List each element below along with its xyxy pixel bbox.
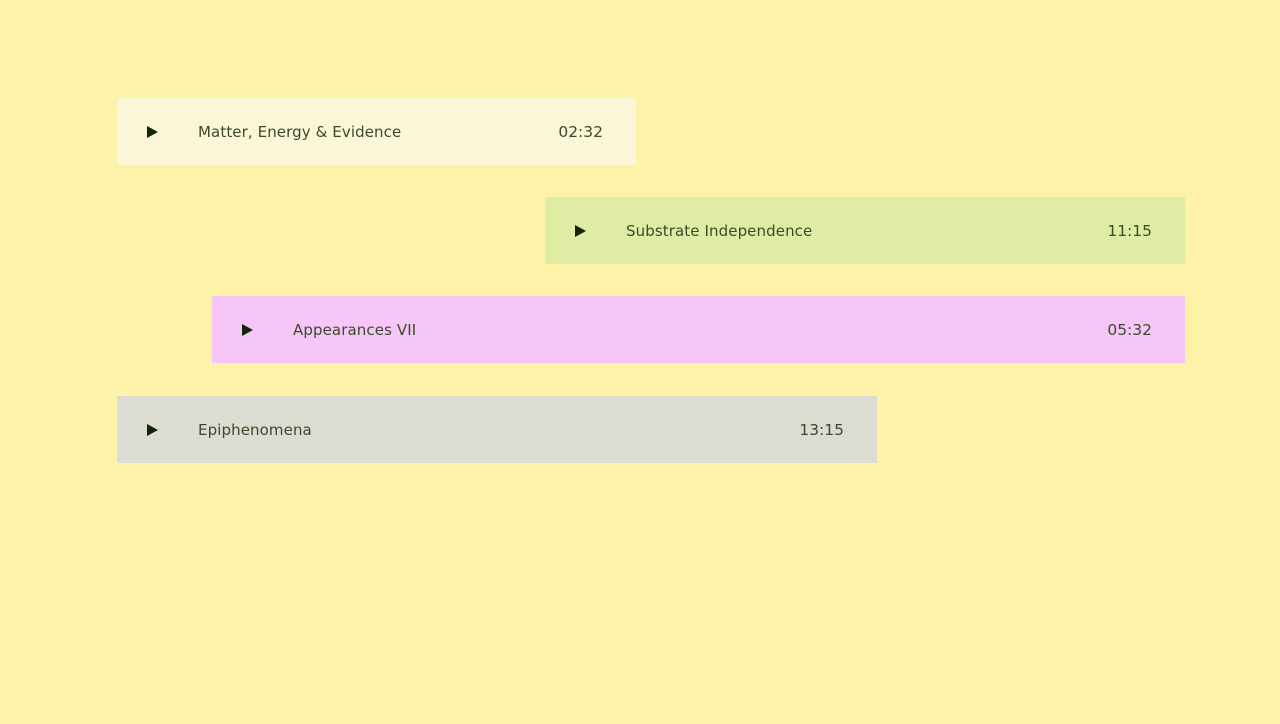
track-duration: 05:32 [1107,320,1152,339]
track-title: Matter, Energy & Evidence [198,122,402,141]
track-duration: 13:15 [799,420,844,439]
track-title: Appearances VII [293,320,417,339]
track-row[interactable]: Appearances VII 05:32 [212,296,1185,363]
track-row[interactable]: Substrate Independence 11:15 [545,197,1185,264]
track-title: Epiphenomena [198,420,312,439]
play-icon[interactable] [147,423,158,436]
track-duration: 02:32 [558,122,603,141]
play-icon[interactable] [147,125,158,138]
track-duration: 11:15 [1107,221,1152,240]
track-row[interactable]: Matter, Energy & Evidence 02:32 [117,98,636,165]
track-title: Substrate Independence [626,221,813,240]
play-icon[interactable] [242,323,253,336]
track-row[interactable]: Epiphenomena 13:15 [117,396,877,463]
play-icon[interactable] [575,224,586,237]
